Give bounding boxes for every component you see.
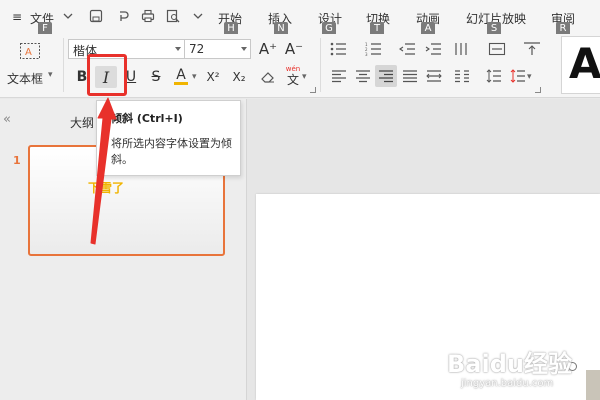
hamburger-menu-icon[interactable]: ≡ <box>12 10 22 24</box>
customize-toolbar-icon[interactable] <box>191 9 205 23</box>
slide-number: 1 <box>13 154 21 167</box>
line-spacing-icon[interactable] <box>508 66 528 86</box>
chevron-down-icon <box>175 47 181 51</box>
increase-indent-icon[interactable] <box>424 39 444 59</box>
bullets-icon[interactable] <box>329 39 349 59</box>
tooltip-description: 将所选内容字体设置为倾斜。 <box>111 137 232 166</box>
chevron-down-icon <box>241 47 247 51</box>
paragraph-dialog-launcher-icon[interactable] <box>535 87 541 93</box>
watermark-url: jingyan.baidu.com <box>461 378 554 389</box>
font-color-button[interactable]: A <box>171 66 191 86</box>
baidu-watermark: Baidu经验 jingyan.baidu.com <box>447 350 572 390</box>
selected-textbox-edge[interactable] <box>586 370 600 400</box>
numbering-icon[interactable]: 123 <box>364 39 384 59</box>
outline-tab[interactable]: 大纲 <box>70 114 94 131</box>
font-size-select[interactable]: 72 <box>184 39 251 59</box>
textbox-label[interactable]: 文本框 <box>7 70 43 87</box>
align-center-icon[interactable] <box>353 66 373 86</box>
collapse-pane-icon[interactable]: « <box>3 112 11 127</box>
phonetic-char: 文 <box>286 73 299 87</box>
phonetic-dropdown-icon[interactable]: ▾ <box>302 72 307 82</box>
font-dialog-launcher-icon[interactable] <box>310 87 316 93</box>
text-align-vertical-icon[interactable] <box>522 39 542 59</box>
italic-tooltip: 倾斜 (Ctrl+I) 将所选内容字体设置为倾斜。 <box>96 100 241 176</box>
svg-text:3: 3 <box>365 52 368 56</box>
style-preview-letter: A <box>569 39 600 88</box>
font-size-value: 72 <box>189 42 205 56</box>
group-separator <box>320 38 321 92</box>
phonetic-guide-button[interactable]: wén 文 <box>283 64 303 88</box>
print-icon[interactable] <box>141 9 155 23</box>
menu-bar: ≡ 文件 F 开始 H 插入 N 设计 G 切换 T 动画 A 幻灯片放映 S … <box>0 0 600 36</box>
align-left-icon[interactable] <box>329 66 349 86</box>
print-preview-icon[interactable] <box>166 9 180 23</box>
highlight-box <box>87 54 127 96</box>
group-separator <box>63 38 64 92</box>
clear-format-icon[interactable] <box>258 67 278 87</box>
textbox-dropdown-icon[interactable]: ▾ <box>48 70 53 80</box>
grow-font-button[interactable]: A⁺ <box>258 39 278 59</box>
subscript-button[interactable]: X₂ <box>229 67 249 87</box>
slide-thumbnail-text: 下雪了 <box>88 181 125 195</box>
shrink-font-button[interactable]: A⁻ <box>284 39 304 59</box>
align-right-icon[interactable] <box>375 65 397 87</box>
decrease-indent-icon[interactable] <box>398 39 418 59</box>
svg-text:A: A <box>25 47 32 58</box>
paragraph-spacing-icon[interactable] <box>484 66 504 86</box>
line-spacing-dropdown-icon[interactable]: ▾ <box>527 72 532 82</box>
superscript-button[interactable]: X² <box>203 67 223 87</box>
tooltip-title: 倾斜 (Ctrl+I) <box>111 112 183 125</box>
save-icon[interactable] <box>89 9 103 23</box>
style-gallery[interactable]: A <box>561 36 600 94</box>
font-color-swatch <box>174 81 188 85</box>
align-text-icon[interactable] <box>487 39 507 59</box>
distributed-align-icon[interactable] <box>424 66 444 86</box>
strikethrough-button[interactable]: S <box>146 67 166 87</box>
font-color-letter: A <box>176 66 186 83</box>
undo-icon[interactable] <box>116 9 130 23</box>
text-direction-icon[interactable] <box>452 39 472 59</box>
watermark-brand: Baidu经验 <box>447 350 572 378</box>
textbox-icon[interactable]: A <box>18 40 42 62</box>
justify-icon[interactable] <box>400 66 420 86</box>
chevron-down-icon[interactable] <box>61 9 75 23</box>
font-color-dropdown-icon[interactable]: ▾ <box>192 72 197 82</box>
columns-icon[interactable] <box>452 66 472 86</box>
